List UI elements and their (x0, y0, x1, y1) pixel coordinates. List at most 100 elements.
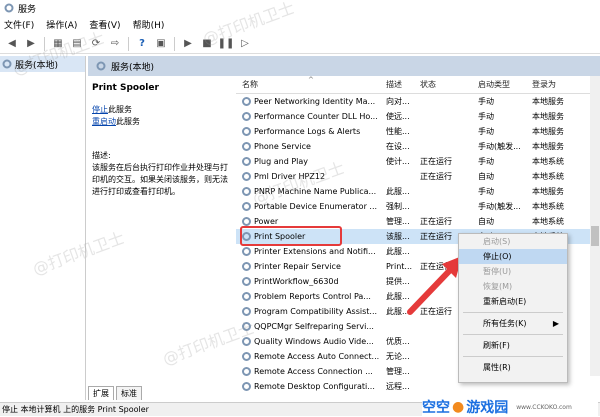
menu-item-start[interactable]: 启动(S) (459, 234, 567, 249)
menu-item-all-tasks[interactable]: 所有任务(K) ▶ (459, 316, 567, 331)
service-name-cell: Performance Logs & Alerts (236, 127, 382, 136)
table-row[interactable]: Performance Logs & Alerts 性能... 手动 本地服务 (236, 124, 600, 139)
service-name-cell: Phone Service (236, 142, 382, 151)
service-startup-cell: 手动 (478, 97, 494, 106)
menu-separator (463, 334, 563, 335)
stop-service-icon[interactable]: ■ (199, 37, 215, 51)
menu-item-pause[interactable]: 暂停(U) (459, 264, 567, 279)
service-desc-cell: 使计... (386, 157, 410, 166)
tree-item-services-local[interactable]: 服务(本地) (0, 56, 85, 72)
service-name-cell: Portable Device Enumerator ... (236, 202, 382, 211)
toolbar-separator (174, 36, 175, 51)
gear-icon (2, 59, 12, 69)
services-app-icon (4, 3, 14, 13)
properties-icon[interactable]: ▣ (153, 37, 169, 51)
service-name-cell: Remote Access Auto Connect... (236, 352, 382, 361)
menu-item-stop[interactable]: 停止(O) (459, 249, 567, 264)
service-startup-cell: 手动(触发... (478, 142, 521, 151)
service-name-cell: Quality Windows Audio Vide... (236, 337, 382, 346)
stop-suffix: 此服务 (108, 105, 132, 114)
pause-service-icon[interactable]: ❚❚ (218, 37, 235, 51)
service-name-text: Plug and Play (254, 157, 309, 166)
gear-icon (242, 157, 251, 166)
service-desc-cell: 强制... (386, 202, 410, 211)
service-desc-cell: 管理... (386, 217, 410, 226)
list-view-icon[interactable]: ▤ (69, 37, 85, 51)
service-startup-cell: 自动 (478, 217, 494, 226)
stop-service-link[interactable]: 停止 (92, 105, 108, 114)
logo-url: www.CCKOKO.com (516, 403, 572, 411)
title-bar: 服务 (0, 0, 600, 16)
service-startup-cell: 自动 (478, 172, 494, 181)
service-name-text: Problem Reports Control Pa... (254, 292, 371, 301)
service-name-text: Printer Repair Service (254, 262, 341, 271)
panel-title: 服务(本地) (111, 62, 155, 73)
service-name-cell: Program Compatibility Assist... (236, 307, 382, 316)
service-name-text: Phone Service (254, 142, 311, 151)
header-desc[interactable]: 描述 (382, 79, 416, 90)
gear-icon (242, 172, 251, 181)
back-icon[interactable]: ◀ (4, 37, 20, 51)
service-name-text: Remote Access Auto Connect... (254, 352, 380, 361)
toolbar: ◀ ▶ ▦ ▤ ⟳ ⇨ ? ▣ ▶ ■ ❚❚ ▷ (0, 34, 600, 54)
table-row[interactable]: Pml Driver HPZ12 正在运行 自动 本地系统 (236, 169, 600, 184)
refresh-icon[interactable]: ⟳ (88, 37, 104, 51)
start-service-icon[interactable]: ▶ (180, 37, 196, 51)
forward-icon[interactable]: ▶ (23, 37, 39, 51)
table-row[interactable]: Portable Device Enumerator ... 强制... 手动(触发… (236, 199, 600, 214)
service-name-text: Program Compatibility Assist... (254, 307, 378, 316)
menu-help[interactable]: 帮助(H) (133, 18, 165, 31)
service-status-cell: 正在运行 (420, 157, 452, 166)
table-row[interactable]: Plug and Play 使计... 正在运行 手动 本地系统 (236, 154, 600, 169)
header-status[interactable]: 状态 (416, 79, 474, 90)
gear-icon (242, 247, 251, 256)
logo-text-1: 空空 (422, 400, 450, 416)
restart-service-link[interactable]: 重启动 (92, 117, 116, 126)
menu-item-refresh[interactable]: 刷新(F) (459, 338, 567, 353)
gear-icon (96, 61, 106, 71)
menu-view[interactable]: 查看(V) (89, 18, 120, 31)
header-startup-type[interactable]: 启动类型 (474, 79, 528, 90)
vertical-scrollbar[interactable] (590, 76, 600, 376)
scrollbar-thumb[interactable] (591, 226, 599, 246)
service-name-text: Print Spooler (254, 232, 306, 241)
service-name-cell: Performance Counter DLL Ho... (236, 112, 382, 121)
gear-icon (242, 292, 251, 301)
service-name-cell: Print Spooler (236, 232, 382, 241)
menu-item-resume[interactable]: 恢复(M) (459, 279, 567, 294)
table-row[interactable]: Power 管理... 正在运行 自动 本地系统 (236, 214, 600, 229)
menu-item-properties[interactable]: 属性(R) (459, 360, 567, 375)
gear-icon (242, 217, 251, 226)
export-icon[interactable]: ⇨ (107, 37, 123, 51)
service-name-cell: Peer Networking Identity Ma... (236, 97, 382, 106)
menu-file[interactable]: 文件(F) (4, 18, 34, 31)
table-row[interactable]: Phone Service 在设... 手动(触发... 本地服务 (236, 139, 600, 154)
service-name-text: Power (254, 217, 279, 226)
service-name-cell: PNRP Machine Name Publica... (236, 187, 382, 196)
console-tree-icon[interactable]: ▦ (50, 37, 66, 51)
panel-header: 服务(本地) (88, 56, 600, 76)
service-status-cell: 正在运行 (420, 172, 452, 181)
chevron-right-icon: ▶ (552, 319, 559, 328)
gear-icon (242, 232, 251, 241)
service-logon-cell: 本地系统 (532, 202, 564, 211)
site-logo: 空空 ● 游戏园 www.CCKOKO.com (422, 398, 598, 416)
menu-separator (463, 356, 563, 357)
help-icon[interactable]: ? (134, 37, 150, 51)
service-logon-cell: 本地系统 (532, 172, 564, 181)
header-logon[interactable]: 登录为 (528, 79, 588, 90)
restart-service-icon[interactable]: ▷ (237, 37, 253, 51)
service-name-cell: Problem Reports Control Pa... (236, 292, 382, 301)
service-logon-cell: 本地服务 (532, 112, 564, 121)
tab-standard[interactable]: 标准 (116, 386, 142, 400)
menu-item-restart[interactable]: 重新启动(E) (459, 294, 567, 309)
gear-icon (242, 337, 251, 346)
table-row[interactable]: Peer Networking Identity Ma... 向对... 手动 本地服… (236, 94, 600, 109)
service-name-text: Quality Windows Audio Vide... (254, 337, 374, 346)
table-row[interactable]: Performance Counter DLL Ho... 使远... 手动 本地服务 (236, 109, 600, 124)
service-name-text: Peer Networking Identity Ma... (254, 97, 376, 106)
service-desc-cell: 向对... (386, 97, 410, 106)
tab-extended[interactable]: 扩展 (88, 386, 114, 400)
table-row[interactable]: PNRP Machine Name Publica... 此服... 手动 本地服务 (236, 184, 600, 199)
menu-action[interactable]: 操作(A) (46, 18, 77, 31)
